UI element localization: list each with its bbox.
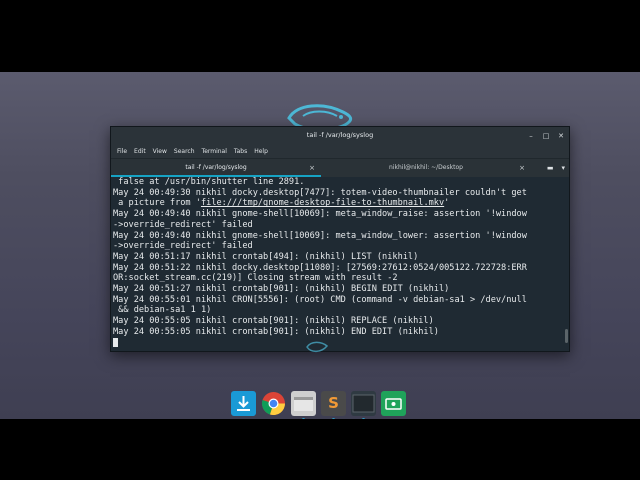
terminal-output[interactable]: false at /usr/bin/shutter line 2891. May … (112, 177, 562, 351)
scrollbar-thumb[interactable] (565, 329, 568, 343)
tab-desktop[interactable]: nikhil@nikhil: ~/Desktop × (321, 159, 531, 177)
terminal-text: May 24 00:49:40 nikhil gnome-shell[10069… (113, 230, 527, 241)
minimize-icon[interactable]: – (527, 132, 535, 140)
close-icon[interactable]: ✕ (557, 132, 565, 140)
sublime-glyph: S (328, 393, 339, 412)
tab-close-icon[interactable]: × (309, 159, 315, 177)
menu-file[interactable]: File (117, 148, 127, 155)
sublime-icon[interactable]: S (321, 390, 346, 419)
fish-logo-small-icon (306, 341, 329, 353)
terminal-line: May 24 00:51:27 nikhil crontab[901]: (ni… (113, 284, 562, 295)
menu-view[interactable]: View (153, 148, 167, 155)
menu-terminal[interactable]: Terminal (202, 148, 227, 155)
terminal-text: May 24 00:55:05 nikhil crontab[901]: (ni… (113, 316, 434, 327)
download-icon[interactable] (231, 390, 256, 416)
terminal-line: OR:socket_stream.cc(219)] Closing stream… (113, 273, 562, 284)
maximize-icon[interactable]: □ (542, 132, 550, 140)
terminal-text: ->override_redirect' failed (113, 241, 253, 252)
terminal-line: May 24 00:55:05 nikhil crontab[901]: (ni… (113, 316, 562, 327)
tab-label: tail -f /var/log/syslog (185, 164, 247, 171)
menu-search[interactable]: Search (174, 148, 195, 155)
terminal-text: May 24 00:49:40 nikhil gnome-shell[10069… (113, 209, 527, 220)
tab-close-icon[interactable]: × (519, 159, 525, 177)
terminal-line: May 24 00:51:22 nikhil docky.desktop[110… (113, 263, 562, 274)
terminal-cursor-line (113, 337, 562, 349)
window-title: tail -f /var/log/syslog (306, 131, 374, 139)
terminal-text: May 24 00:49:30 nikhil docky.desktop[747… (113, 187, 527, 198)
desktop: tail -f /var/log/syslog – □ ✕ File Edit … (0, 72, 640, 419)
terminal-text: ' (444, 198, 450, 209)
terminal-line: May 24 00:49:30 nikhil docky.desktop[747… (113, 188, 562, 199)
files-icon[interactable] (291, 390, 316, 419)
terminal-text: May 24 00:55:01 nikhil CRON[5556]: (root… (113, 294, 527, 305)
terminal-text: OR:socket_stream.cc(219)] Closing stream… (113, 273, 398, 284)
tab-syslog[interactable]: tail -f /var/log/syslog × (111, 159, 321, 177)
menu-tabs[interactable]: Tabs (234, 148, 247, 155)
terminal-text: May 24 00:51:22 nikhil docky.desktop[110… (113, 262, 527, 273)
tab-menu-chevron-down-icon[interactable]: ▾ (561, 164, 565, 172)
terminal-line: ->override_redirect' failed (113, 241, 562, 252)
terminal-line: May 24 00:49:40 nikhil gnome-shell[10069… (113, 209, 562, 220)
tab-label: nikhil@nikhil: ~/Desktop (389, 164, 463, 171)
terminal-window[interactable]: tail -f /var/log/syslog – □ ✕ File Edit … (110, 126, 570, 352)
tab-bar: tail -f /var/log/syslog × nikhil@nikhil:… (111, 159, 569, 177)
new-tab-icon[interactable]: ▬ (547, 164, 554, 172)
menu-bar: File Edit View Search Terminal Tabs Help (111, 144, 569, 159)
scrollbar[interactable] (564, 247, 568, 347)
terminal-text: May 24 00:51:27 nikhil crontab[901]: (ni… (113, 284, 450, 295)
terminal-line: May 24 00:55:05 nikhil crontab[901]: (ni… (113, 327, 562, 338)
menu-edit[interactable]: Edit (134, 148, 146, 155)
chrome-icon[interactable] (261, 391, 286, 416)
menu-help[interactable]: Help (254, 148, 268, 155)
terminal-text: ->override_redirect' failed (113, 219, 253, 230)
terminal-icon[interactable] (351, 390, 376, 419)
window-titlebar[interactable]: tail -f /var/log/syslog – □ ✕ (111, 127, 569, 144)
terminal-link[interactable]: file:///tmp/gnome-desktop-file-to-thumbn… (201, 198, 444, 208)
dock: S (231, 388, 411, 419)
terminal-line: a picture from 'file:///tmp/gnome-deskto… (113, 198, 562, 209)
terminal-line: false at /usr/bin/shutter line 2891. (113, 177, 562, 188)
terminal-line: May 24 00:49:40 nikhil gnome-shell[10069… (113, 231, 562, 242)
terminal-line: ->override_redirect' failed (113, 220, 562, 231)
terminal-text: a picture from ' (113, 198, 201, 209)
terminal-text: May 24 00:55:05 nikhil crontab[901]: (ni… (113, 326, 439, 337)
screen-recorder-icon[interactable] (381, 390, 406, 416)
terminal-text: && debian-sa1 1 1) (113, 305, 212, 316)
terminal-text: May 24 00:51:17 nikhil crontab[494]: (ni… (113, 251, 419, 262)
terminal-line: May 24 00:51:17 nikhil crontab[494]: (ni… (113, 252, 562, 263)
terminal-line: && debian-sa1 1 1) (113, 305, 562, 316)
terminal-text: false at /usr/bin/shutter line 2891. (113, 177, 305, 187)
terminal-cursor (113, 337, 118, 347)
terminal-line: May 24 00:55:01 nikhil CRON[5556]: (root… (113, 295, 562, 306)
